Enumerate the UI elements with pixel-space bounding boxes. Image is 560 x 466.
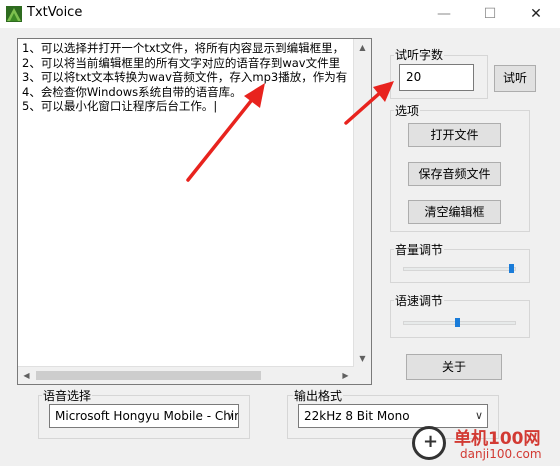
- preview-label: 试听字数: [394, 46, 445, 63]
- editor-line: 5、可以最小化窗口让程序后台工作。|: [22, 99, 218, 113]
- format-label: 输出格式: [293, 387, 344, 404]
- volume-slider-track[interactable]: [403, 267, 516, 271]
- txtvoice-app-icon: [6, 6, 22, 22]
- watermark: + 单机100网 danji100.com: [408, 422, 560, 466]
- about-button[interactable]: 关于: [406, 354, 502, 380]
- scroll-right-icon[interactable]: ▶: [337, 367, 354, 384]
- window-title: TxtVoice: [27, 5, 83, 20]
- minimize-button[interactable]: —: [421, 0, 467, 28]
- editor-line: 3、可以将txt文本转换为wav音频文件，存入mp3播放，作为有: [22, 70, 348, 84]
- clear-editor-button[interactable]: 清空编辑框: [408, 200, 501, 224]
- close-button[interactable]: ✕: [513, 0, 559, 28]
- scroll-up-icon[interactable]: ▲: [354, 39, 371, 56]
- watermark-name: 单机100网: [454, 429, 541, 449]
- preview-count-input[interactable]: 20: [399, 64, 474, 91]
- scrollbar-corner: [354, 367, 371, 384]
- scroll-down-icon[interactable]: ▼: [354, 350, 371, 367]
- watermark-url: danji100.com: [460, 447, 542, 461]
- editor-content[interactable]: 1、可以选择并打开一个txt文件，将所有内容显示到编辑框里， 2、可以将当前编辑框…: [22, 41, 353, 367]
- preview-button[interactable]: 试听: [494, 65, 536, 92]
- maximize-button[interactable]: ☐: [467, 0, 513, 28]
- voice-select-value: Microsoft Hongyu Mobile - Chir: [55, 409, 239, 423]
- text-editor[interactable]: 1、可以选择并打开一个txt文件，将所有内容显示到编辑框里， 2、可以将当前编辑框…: [17, 38, 372, 385]
- chevron-down-icon: ∨: [225, 409, 234, 422]
- format-select-value: 22kHz 8 Bit Mono: [304, 409, 410, 423]
- editor-line: 2、可以将当前编辑框里的所有文字对应的语音存到wav文件里: [22, 55, 341, 70]
- speed-slider-thumb[interactable]: [454, 318, 460, 327]
- options-label: 选项: [394, 102, 421, 119]
- voice-label: 语音选择: [42, 387, 93, 404]
- title-bar: TxtVoice — ☐ ✕: [0, 0, 560, 28]
- voice-select[interactable]: Microsoft Hongyu Mobile - Chir ∨: [49, 404, 239, 428]
- horizontal-scrollbar[interactable]: ◀ ▶: [18, 366, 354, 384]
- save-audio-button[interactable]: 保存音频文件: [408, 162, 501, 186]
- speed-label: 语速调节: [394, 292, 445, 309]
- scroll-left-icon[interactable]: ◀: [18, 367, 35, 384]
- horizontal-scroll-thumb[interactable]: [36, 371, 261, 380]
- editor-line: 4、会检查你Windows系统自带的语音库。: [22, 84, 242, 99]
- editor-line: 1、可以选择并打开一个txt文件，将所有内容显示到编辑框里，: [22, 41, 345, 55]
- volume-label: 音量调节: [394, 241, 445, 258]
- app-window: TxtVoice — ☐ ✕ 1、可以选择并打开一个txt文件，将所有内容显示到…: [0, 0, 560, 466]
- open-file-button[interactable]: 打开文件: [408, 123, 501, 147]
- volume-slider-thumb[interactable]: [508, 264, 514, 273]
- vertical-scrollbar[interactable]: ▲ ▼: [353, 39, 371, 367]
- plus-icon: +: [423, 431, 439, 452]
